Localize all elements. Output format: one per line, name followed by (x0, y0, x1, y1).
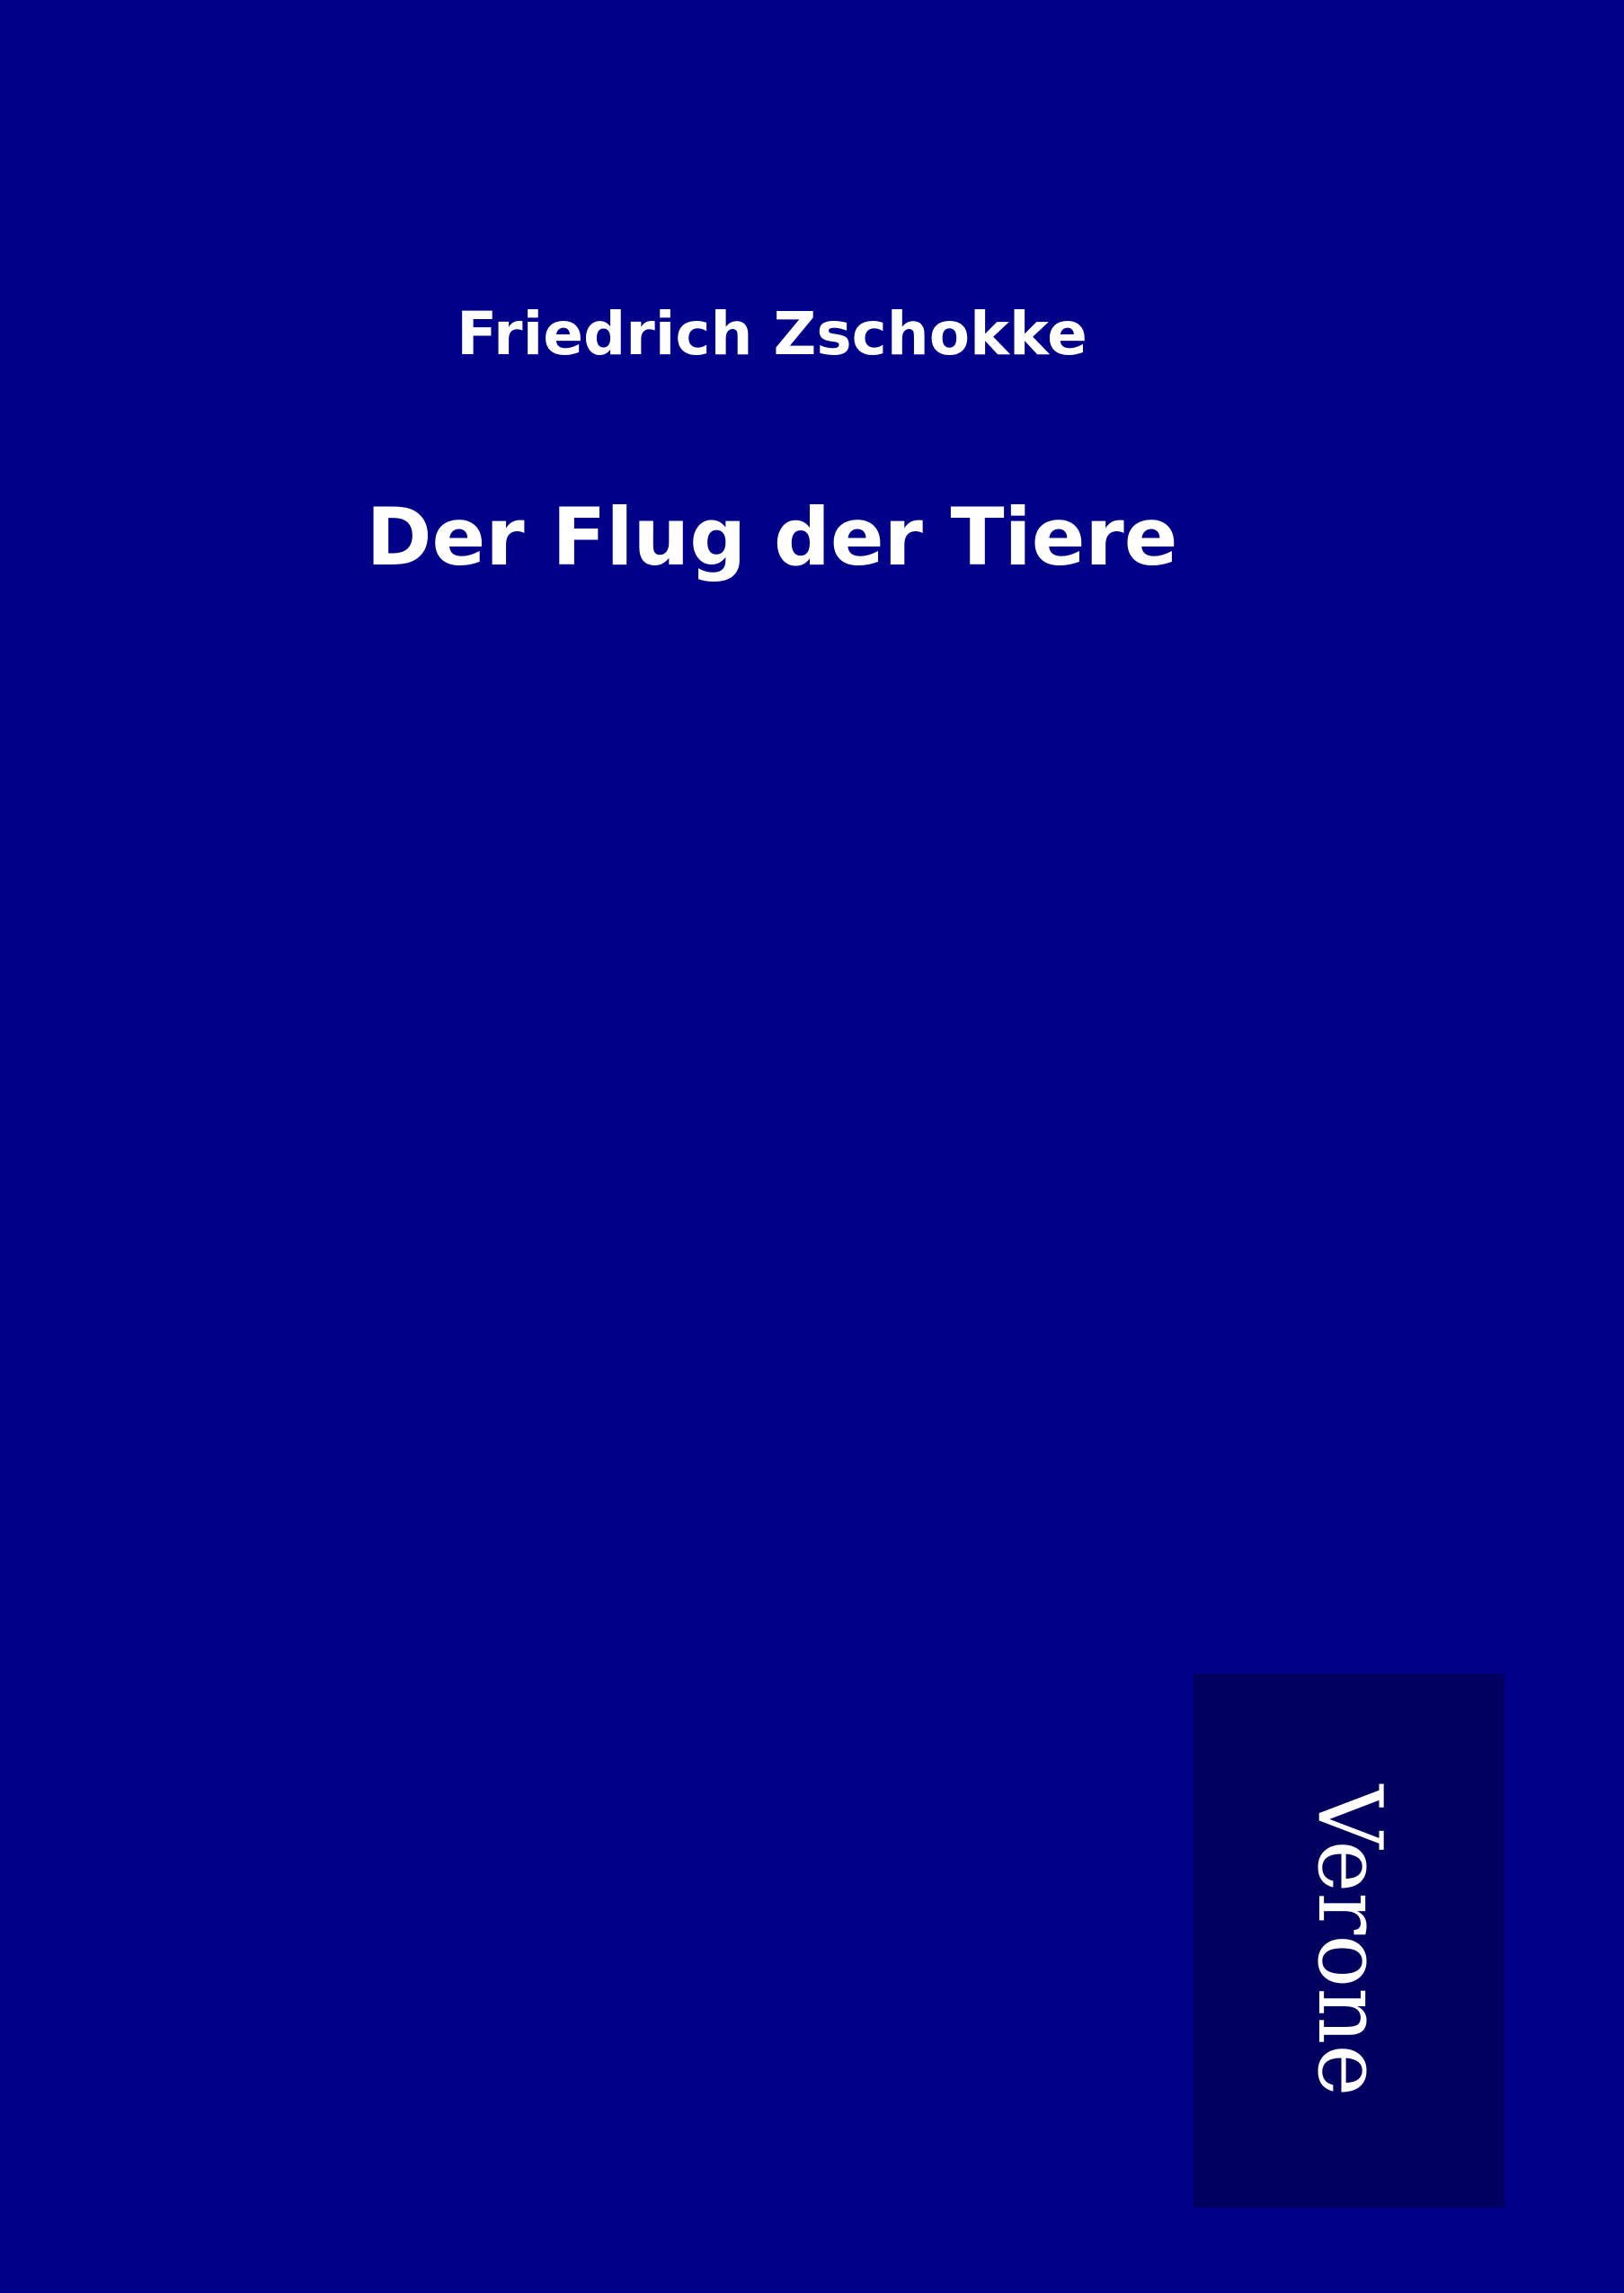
author-name: Friedrich Zschokke (457, 299, 1087, 369)
book-title: Der Flug der Tiere (366, 491, 1178, 583)
publisher-panel: Verone (1194, 1674, 1504, 2208)
publisher-name: Verone (1298, 1784, 1400, 2097)
book-cover: Friedrich Zschokke Der Flug der Tiere Ve… (0, 0, 1624, 2293)
